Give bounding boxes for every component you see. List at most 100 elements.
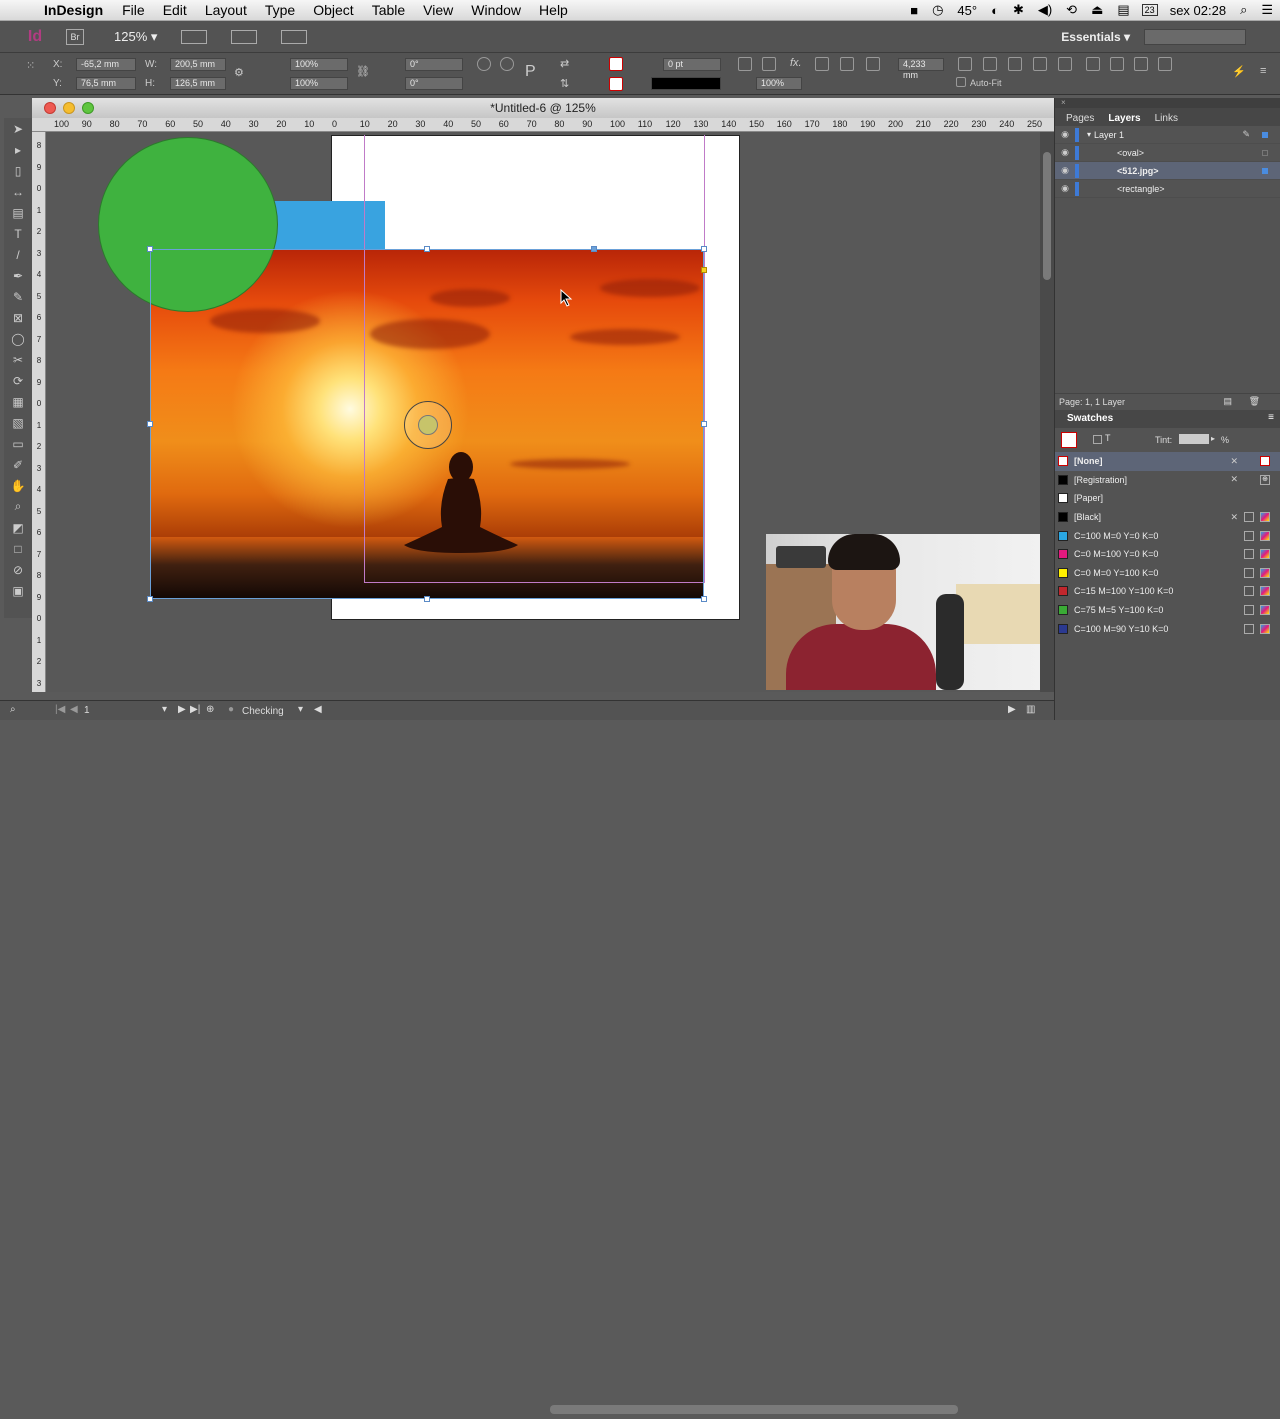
scissors-tool-icon[interactable]: ✂ bbox=[4, 349, 32, 370]
prev-page-button[interactable]: ◀ bbox=[70, 704, 78, 715]
angle-indicator[interactable]: 45° bbox=[950, 3, 984, 18]
calendar-icon[interactable]: 23 bbox=[1141, 4, 1158, 16]
y-field[interactable]: 76,5 mm bbox=[76, 77, 136, 90]
help-search-input[interactable] bbox=[1144, 28, 1246, 45]
swatches-menu-icon[interactable]: ≡ bbox=[1268, 412, 1274, 423]
hand-tool-icon[interactable]: ✋ bbox=[4, 475, 32, 496]
arrange-documents-icon[interactable] bbox=[281, 29, 308, 44]
fill-stroke-proxy-icon[interactable] bbox=[1061, 432, 1077, 448]
zoom-out-icon[interactable]: ⌕ bbox=[10, 704, 16, 715]
bluetooth-icon[interactable]: ✱ bbox=[1006, 2, 1031, 18]
scale-y-field[interactable]: 100% bbox=[290, 77, 348, 90]
zoom-window-button[interactable] bbox=[82, 102, 94, 114]
direct-selection-tool-icon[interactable]: ▸ bbox=[4, 139, 32, 160]
select-container-icon[interactable]: P bbox=[525, 63, 539, 81]
delete-layer-icon[interactable]: 🗑 bbox=[1249, 396, 1260, 407]
vertical-scrollbar[interactable] bbox=[1040, 132, 1054, 692]
x-field[interactable]: -65,2 mm bbox=[76, 58, 136, 71]
screen-mode-tool-icon[interactable]: ▣ bbox=[4, 580, 32, 601]
fill-stroke-icon[interactable]: ◩ bbox=[4, 517, 32, 538]
scroll-right-button[interactable]: ▶ bbox=[1008, 704, 1016, 715]
clock[interactable]: sex 02:28 bbox=[1163, 3, 1233, 18]
content-collector-icon[interactable]: ▤ bbox=[4, 202, 32, 223]
selection-tool-icon[interactable]: ➤ bbox=[4, 118, 32, 139]
select-item-square[interactable] bbox=[1262, 149, 1268, 156]
visibility-eye-icon[interactable]: ◉ bbox=[1055, 165, 1075, 176]
tab-layers[interactable]: Layers bbox=[1101, 111, 1147, 126]
swatch-row-cyan[interactable]: C=100 M=0 Y=0 K=0 bbox=[1055, 526, 1280, 545]
minimize-window-button[interactable] bbox=[63, 102, 75, 114]
fill-none-swatch[interactable] bbox=[609, 57, 623, 71]
first-page-button[interactable]: |◀ bbox=[55, 704, 65, 715]
stroke-weight-field[interactable]: 0 pt bbox=[663, 58, 721, 71]
stroke-type-select[interactable] bbox=[651, 77, 721, 90]
w-field[interactable]: 200,5 mm bbox=[170, 58, 226, 71]
new-layer-icon[interactable]: ▤ bbox=[1223, 396, 1232, 407]
layer-row-512jpg[interactable]: ◉ <512.jpg> bbox=[1055, 162, 1280, 180]
page-tool-icon[interactable]: ▯ bbox=[4, 160, 32, 181]
flip-vertical-icon[interactable]: ⇅ bbox=[560, 77, 574, 91]
vertical-ruler[interactable]: 8 9 0 1 2 3 4 5 6 7 8 9 0 1 2 3 4 5 6 7 8 9 0 1 2 3 bbox=[32, 132, 46, 692]
menu-help[interactable]: Help bbox=[530, 2, 577, 18]
menu-view[interactable]: View bbox=[414, 2, 462, 18]
zoom-level-select[interactable]: 125% ▾ bbox=[114, 29, 157, 45]
h-field[interactable]: 126,5 mm bbox=[170, 77, 226, 90]
horizontal-scroll-thumb[interactable] bbox=[550, 1405, 958, 1414]
menu-layout[interactable]: Layout bbox=[196, 2, 256, 18]
text-wrap-icon[interactable] bbox=[738, 57, 752, 71]
content-grabber-icon[interactable] bbox=[404, 401, 452, 449]
swatch-row-registration[interactable]: [Registration] ✕ ⊕ bbox=[1055, 471, 1280, 490]
menu-type[interactable]: Type bbox=[256, 2, 304, 18]
swatch-row-red[interactable]: C=15 M=100 Y=100 K=0 bbox=[1055, 582, 1280, 601]
rotation-field[interactable]: 0° bbox=[405, 58, 463, 71]
tab-pages[interactable]: Pages bbox=[1059, 111, 1101, 126]
gap-tool-icon[interactable]: ↔ bbox=[4, 181, 32, 202]
resize-handle-middle-left[interactable] bbox=[147, 421, 153, 427]
expand-triangle-icon[interactable]: ▾ bbox=[1087, 130, 1091, 139]
tint-field[interactable] bbox=[1179, 434, 1209, 444]
visibility-eye-icon[interactable]: ◉ bbox=[1055, 183, 1075, 194]
apply-none-icon[interactable]: ⊘ bbox=[4, 559, 32, 580]
pen-tool-icon[interactable]: ✒ bbox=[4, 265, 32, 286]
fit-content-frame-icon[interactable] bbox=[958, 57, 972, 71]
preflight-menu-button[interactable]: ▾ bbox=[298, 704, 303, 715]
stroke-none-swatch[interactable] bbox=[609, 77, 623, 91]
time-machine-icon[interactable]: ⟲ bbox=[1059, 2, 1084, 18]
fit-proportional-icon[interactable] bbox=[1058, 57, 1072, 71]
contrast-icon[interactable]: ◐ bbox=[984, 3, 1006, 18]
swatch-row-blue[interactable]: C=100 M=90 Y=10 K=0 bbox=[1055, 619, 1280, 638]
swatch-row-black[interactable]: [Black] ✕ bbox=[1055, 508, 1280, 527]
visibility-eye-icon[interactable]: ◉ bbox=[1055, 129, 1075, 140]
layer-row-oval[interactable]: ◉ <oval> bbox=[1055, 144, 1280, 162]
zoom-tool-icon[interactable]: ⌕ bbox=[4, 496, 32, 517]
align-bottom-icon[interactable] bbox=[1134, 57, 1148, 71]
resize-handle-bottom-center[interactable] bbox=[424, 596, 430, 602]
panel-menu-icon[interactable]: ≡ bbox=[1260, 65, 1274, 79]
menu-table[interactable]: Table bbox=[363, 2, 414, 18]
resize-handle-top-right[interactable] bbox=[701, 246, 707, 252]
page-menu-button[interactable]: ▾ bbox=[162, 704, 167, 715]
reference-point-icon[interactable]: ⁙ bbox=[26, 59, 40, 73]
eject-icon[interactable]: ⏏ bbox=[1084, 2, 1110, 18]
resize-handle-bottom-left[interactable] bbox=[147, 596, 153, 602]
resize-handle-bottom-right[interactable] bbox=[701, 596, 707, 602]
menu-app-name[interactable]: InDesign bbox=[40, 2, 113, 18]
rotation-handle[interactable] bbox=[591, 246, 597, 252]
flag-icon[interactable]: ▤ bbox=[1110, 2, 1136, 18]
align-middle-icon[interactable] bbox=[1110, 57, 1124, 71]
autofit-checkbox[interactable] bbox=[956, 77, 966, 87]
open-page-icon[interactable]: ⊕ bbox=[206, 704, 214, 715]
align-center-icon[interactable] bbox=[840, 57, 854, 71]
live-corner-handle[interactable] bbox=[701, 267, 707, 273]
swatch-row-magenta[interactable]: C=0 M=100 Y=0 K=0 bbox=[1055, 545, 1280, 564]
next-page-button[interactable]: ▶ bbox=[178, 704, 186, 715]
last-page-button[interactable]: ▶| bbox=[190, 704, 200, 715]
view-options-icon[interactable] bbox=[181, 29, 208, 44]
volume-icon[interactable]: ◀) bbox=[1031, 2, 1059, 18]
tint-dropdown-icon[interactable]: ▸ bbox=[1211, 434, 1215, 443]
align-top-icon[interactable] bbox=[1086, 57, 1100, 71]
scroll-left-button[interactable]: ◀ bbox=[314, 704, 322, 715]
center-content-icon[interactable] bbox=[1008, 57, 1022, 71]
align-left-icon[interactable] bbox=[815, 57, 829, 71]
fit-frame-content-icon[interactable] bbox=[983, 57, 997, 71]
